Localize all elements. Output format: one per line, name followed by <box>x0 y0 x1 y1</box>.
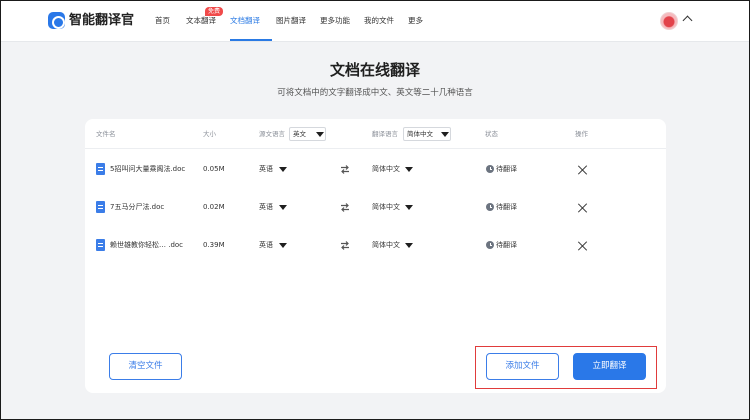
nav-more-features[interactable]: 更多功能 <box>320 15 350 27</box>
caret-down-icon <box>405 205 413 210</box>
row-filename: 7五马分尸法.doc <box>110 203 165 211</box>
caret-down-icon <box>279 205 287 210</box>
nav-image-translate[interactable]: 图片翻译 <box>276 15 306 27</box>
row-source-lang-select[interactable]: 英语 <box>259 163 291 175</box>
chevron-up-icon[interactable] <box>682 15 693 26</box>
top-header: 智能翻译官 首页 文本翻译 免费 文档翻译 图片翻译 更多功能 我的文件 更多 <box>0 0 750 42</box>
highlight-annotation-box <box>475 346 657 389</box>
source-lang-select[interactable]: 英文 <box>289 127 326 141</box>
close-icon[interactable] <box>577 165 587 175</box>
nav-doc-translate[interactable]: 文档翻译 <box>230 15 260 27</box>
swap-icon[interactable] <box>340 165 350 174</box>
table-row: 赖世雄教你轻松… .doc 0.39M 英语 简体中文 待翻译 <box>85 226 666 264</box>
user-avatar[interactable] <box>660 12 678 30</box>
table-row: 5招叫问大量乘阁法.doc 0.05M 英语 简体中文 待翻译 <box>85 150 666 188</box>
clock-icon <box>486 241 494 249</box>
header-size: 大小 <box>203 130 216 138</box>
row-source-lang-select[interactable]: 英语 <box>259 239 291 251</box>
page-subtitle: 可将文档中的文字翻译成中文、英文等二十几种语言 <box>277 88 473 98</box>
table-row: 7五马分尸法.doc 0.02M 英语 简体中文 待翻译 <box>85 188 666 226</box>
row-target-lang-select[interactable]: 简体中文 <box>372 239 416 251</box>
brand-name[interactable]: 智能翻译官 <box>69 12 134 29</box>
logo-icon[interactable] <box>48 12 65 29</box>
row-target-lang-select[interactable]: 简体中文 <box>372 201 416 213</box>
row-size: 0.39M <box>203 241 225 249</box>
row-target-lang: 简体中文 <box>372 241 400 249</box>
header-source-lang: 源文语言 <box>259 130 285 138</box>
doc-file-icon <box>96 201 105 213</box>
caret-down-icon <box>405 243 413 248</box>
page-title: 文档在线翻译 <box>329 61 420 79</box>
row-source-lang: 英语 <box>259 203 273 211</box>
doc-file-icon <box>96 239 105 251</box>
caret-down-icon <box>279 167 287 172</box>
nav-more[interactable]: 更多 <box>408 15 423 27</box>
close-icon[interactable] <box>577 241 587 251</box>
swap-icon[interactable] <box>340 203 350 212</box>
target-lang-value: 简体中文 <box>407 130 433 138</box>
nav-text-translate[interactable]: 文本翻译 <box>186 15 216 27</box>
swap-icon[interactable] <box>340 241 350 250</box>
row-status: 待翻译 <box>496 165 517 173</box>
row-filename: 5招叫问大量乘阁法.doc <box>110 165 186 173</box>
header-action: 操作 <box>575 130 588 138</box>
row-target-lang: 简体中文 <box>372 203 400 211</box>
nav-home[interactable]: 首页 <box>155 15 170 27</box>
nav-active-indicator <box>230 39 272 41</box>
free-badge: 免费 <box>205 7 223 16</box>
clock-icon <box>486 165 494 173</box>
row-size: 0.05M <box>203 165 225 173</box>
header-filename: 文件名 <box>96 130 116 138</box>
caret-down-icon <box>405 167 413 172</box>
doc-file-icon <box>96 163 105 175</box>
caret-down-icon <box>279 243 287 248</box>
caret-down-icon <box>316 132 324 137</box>
row-source-lang: 英语 <box>259 165 273 173</box>
row-target-lang: 简体中文 <box>372 165 400 173</box>
caret-down-icon <box>441 132 449 137</box>
row-source-lang: 英语 <box>259 241 273 249</box>
row-size: 0.02M <box>203 203 225 211</box>
row-status: 待翻译 <box>496 241 517 249</box>
header-status: 状态 <box>485 130 498 138</box>
nav-my-files[interactable]: 我的文件 <box>364 15 394 27</box>
source-lang-value: 英文 <box>293 130 306 138</box>
table-header: 文件名 大小 源文语言 英文 翻译语言 简体中文 状态 操作 <box>85 119 666 149</box>
row-status: 待翻译 <box>496 203 517 211</box>
clock-icon <box>486 203 494 211</box>
clear-files-button[interactable]: 清空文件 <box>109 353 182 380</box>
target-lang-select[interactable]: 简体中文 <box>403 127 451 141</box>
row-source-lang-select[interactable]: 英语 <box>259 201 291 213</box>
row-filename: 赖世雄教你轻松… .doc <box>110 241 184 249</box>
close-icon[interactable] <box>577 203 587 213</box>
header-target-lang: 翻译语言 <box>372 130 398 138</box>
row-target-lang-select[interactable]: 简体中文 <box>372 163 416 175</box>
